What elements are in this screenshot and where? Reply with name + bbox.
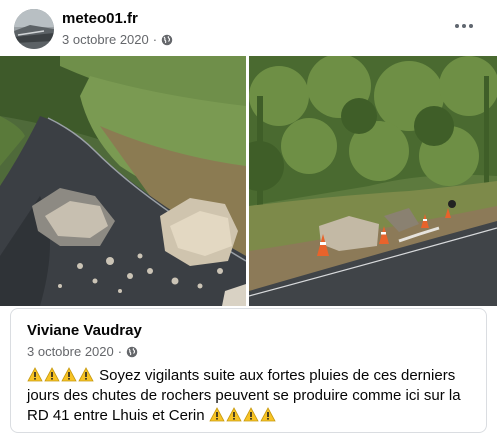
warning-emoji-group bbox=[209, 407, 277, 424]
post-meta: 3 octobre 2020 · bbox=[62, 32, 173, 47]
shared-post-meta: 3 octobre 2020 · bbox=[27, 344, 138, 359]
warning-emoji-icon bbox=[44, 367, 60, 382]
globe-icon bbox=[161, 34, 173, 45]
photo-grid bbox=[0, 56, 497, 306]
meta-separator: · bbox=[117, 344, 123, 359]
page-name[interactable]: meteo01.fr bbox=[62, 10, 138, 27]
page-avatar[interactable] bbox=[14, 9, 54, 49]
warning-emoji-icon bbox=[209, 407, 225, 422]
meta-separator: · bbox=[152, 32, 158, 47]
warning-emoji-group bbox=[27, 367, 99, 384]
post-date[interactable]: 3 octobre 2020 bbox=[62, 32, 149, 47]
globe-icon bbox=[126, 346, 138, 357]
warning-emoji-icon bbox=[27, 367, 43, 382]
photo-road-cones-rocks[interactable] bbox=[249, 56, 497, 306]
photo-fallen-rocks-road[interactable] bbox=[0, 56, 246, 306]
shared-post-text: Soyez vigilants suite aux fortes pluies … bbox=[27, 366, 477, 426]
post-header: meteo01.fr 3 octobre 2020 · bbox=[0, 0, 497, 56]
more-options-icon[interactable] bbox=[450, 14, 478, 38]
warning-emoji-icon bbox=[61, 367, 77, 382]
warning-emoji-icon bbox=[243, 407, 259, 422]
warning-emoji-icon bbox=[260, 407, 276, 422]
shared-post-author[interactable]: Viviane Vaudray bbox=[27, 322, 142, 339]
warning-emoji-icon bbox=[78, 367, 94, 382]
shared-post-card[interactable]: Viviane Vaudray 3 octobre 2020 · Soyez v… bbox=[10, 308, 487, 433]
shared-post-date[interactable]: 3 octobre 2020 bbox=[27, 344, 114, 359]
warning-emoji-icon bbox=[226, 407, 242, 422]
